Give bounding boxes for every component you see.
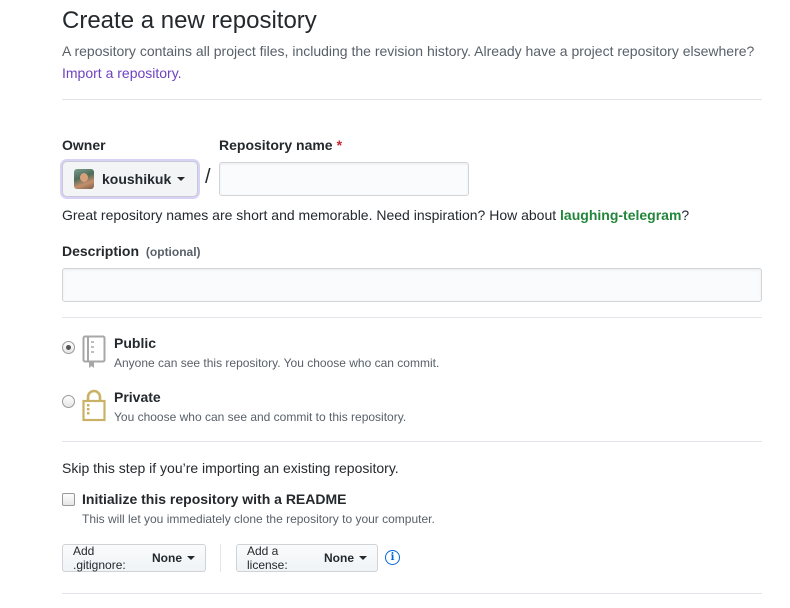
select-separator bbox=[220, 544, 221, 572]
public-title: Public bbox=[114, 335, 157, 351]
readme-checkbox[interactable] bbox=[62, 493, 75, 506]
public-description: Anyone can see this repository. You choo… bbox=[114, 356, 440, 370]
divider bbox=[62, 99, 762, 100]
import-repository-link[interactable]: Import a repository. bbox=[62, 65, 182, 81]
license-prefix: Add a license: bbox=[247, 544, 288, 572]
private-description: You choose who can see and commit to thi… bbox=[114, 410, 407, 424]
owner-name: koushikuk bbox=[102, 171, 172, 187]
description-text: A repository contains all project files,… bbox=[62, 43, 755, 59]
caret-down-icon bbox=[187, 556, 195, 560]
description-input[interactable] bbox=[62, 268, 762, 302]
repo-book-icon bbox=[82, 335, 106, 368]
repository-name-label-text: Repository name bbox=[219, 137, 333, 153]
license-value: None bbox=[324, 551, 354, 565]
required-mark: * bbox=[336, 137, 343, 153]
gitignore-value: None bbox=[152, 551, 182, 565]
gitignore-select-button[interactable]: Add .gitignore: None bbox=[62, 544, 206, 572]
suggestion-suffix: ? bbox=[681, 207, 690, 223]
name-suggestion-note: Great repository names are short and mem… bbox=[62, 207, 689, 223]
owner-label: Owner bbox=[62, 137, 106, 153]
repository-name-input[interactable] bbox=[219, 162, 469, 196]
gitignore-prefix: Add .gitignore: bbox=[73, 544, 126, 572]
description-label: Description (optional) bbox=[62, 243, 201, 259]
divider bbox=[62, 441, 762, 442]
page-title: Create a new repository bbox=[62, 7, 317, 34]
owner-repo-separator: / bbox=[205, 166, 211, 188]
skip-step-note: Skip this step if you’re importing an ex… bbox=[62, 460, 399, 476]
caret-down-icon bbox=[177, 177, 186, 181]
readme-label[interactable]: Initialize this repository with a README bbox=[82, 491, 346, 507]
info-icon[interactable]: i bbox=[385, 550, 400, 565]
suggestion-prefix: Great repository names are short and mem… bbox=[62, 207, 561, 223]
caret-down-icon bbox=[359, 556, 367, 560]
lock-icon bbox=[82, 389, 106, 422]
avatar bbox=[74, 169, 94, 189]
divider bbox=[62, 317, 762, 318]
divider bbox=[62, 593, 762, 594]
description-label-text: Description bbox=[62, 243, 140, 259]
page-description: A repository contains all project files,… bbox=[62, 40, 762, 84]
private-title: Private bbox=[114, 389, 161, 405]
license-select-button[interactable]: Add a license: None bbox=[236, 544, 378, 572]
suggested-name-link[interactable]: laughing-telegram bbox=[560, 207, 681, 223]
optional-hint: (optional) bbox=[145, 245, 201, 259]
readme-description: This will let you immediately clone the … bbox=[82, 512, 435, 526]
private-radio[interactable] bbox=[62, 395, 75, 408]
owner-select-button[interactable]: koushikuk bbox=[62, 161, 198, 197]
repository-name-label: Repository name * bbox=[219, 137, 342, 153]
public-radio[interactable] bbox=[62, 341, 75, 354]
